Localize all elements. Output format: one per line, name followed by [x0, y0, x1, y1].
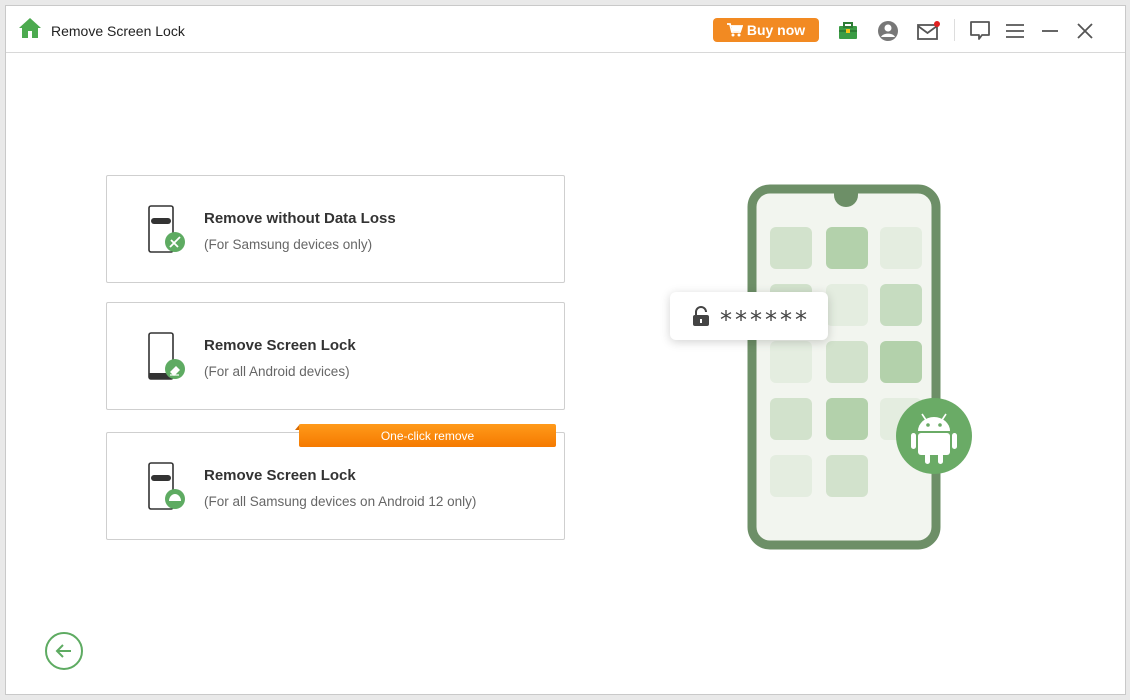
arrow-left-icon [55, 644, 71, 658]
unlock-icon [693, 306, 709, 326]
minimize-icon[interactable] [1038, 19, 1062, 43]
option-subtitle: (For Samsung devices only) [204, 237, 373, 252]
feedback-icon[interactable] [968, 19, 992, 43]
phone-illustration [747, 184, 972, 550]
option-remove-screen-lock-samsung-a12[interactable]: Remove Screen Lock (For all Samsung devi… [106, 432, 565, 540]
option-remove-without-data-loss[interactable]: Remove without Data Loss (For Samsung de… [106, 175, 565, 283]
option-title: Remove Screen Lock [204, 467, 356, 484]
menu-icon[interactable] [1003, 19, 1027, 43]
password-bubble: ****** [670, 292, 828, 340]
back-button[interactable] [45, 632, 83, 670]
close-icon[interactable] [1073, 19, 1097, 43]
password-mask: ****** [720, 306, 810, 334]
samsung-phone-icon [148, 205, 185, 253]
app-window: Remove Screen Lock Buy now Remove withou… [5, 5, 1126, 695]
buy-now-button[interactable]: Buy now [713, 18, 819, 42]
android-phone-icon [148, 332, 185, 380]
app-title: Remove Screen Lock [51, 23, 185, 39]
option-subtitle: (For all Samsung devices on Android 12 o… [204, 494, 477, 509]
toolbox-icon[interactable] [836, 19, 860, 43]
samsung-android12-phone-icon [148, 462, 185, 510]
cart-icon [726, 23, 743, 37]
account-icon[interactable] [876, 19, 900, 43]
toolbar-divider [954, 19, 955, 41]
buy-now-label: Buy now [746, 22, 806, 38]
option-subtitle: (For all Android devices) [204, 364, 350, 379]
mail-icon[interactable] [916, 19, 940, 43]
home-icon[interactable] [18, 16, 42, 40]
one-click-remove-badge: One-click remove [299, 424, 556, 447]
title-bar: Remove Screen Lock Buy now [6, 6, 1125, 53]
option-title: Remove without Data Loss [204, 210, 396, 227]
option-title: Remove Screen Lock [204, 337, 356, 354]
option-remove-screen-lock-android[interactable]: Remove Screen Lock (For all Android devi… [106, 302, 565, 410]
